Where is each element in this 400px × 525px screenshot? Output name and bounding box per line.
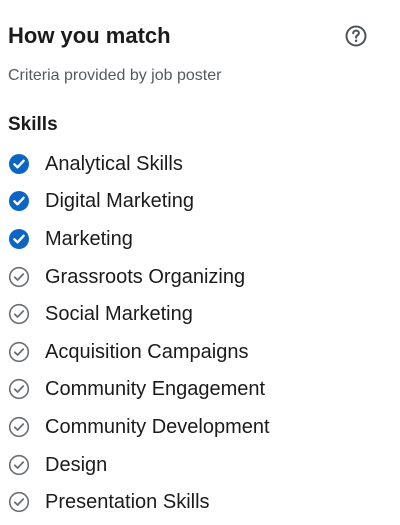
skill-list-item: Community Engagement — [8, 371, 398, 409]
criteria-subtitle: Criteria provided by job poster — [8, 67, 222, 84]
skills-section-title: Skills — [8, 114, 58, 135]
check-circle-outline-icon — [8, 378, 30, 400]
skill-list-item: Grassroots Organizing — [8, 258, 398, 296]
skill-label: Analytical Skills — [45, 152, 183, 175]
check-circle-filled-icon — [8, 153, 30, 175]
check-circle-outline-icon — [8, 266, 30, 288]
skill-list-item: Social Marketing — [8, 295, 398, 333]
skill-label: Grassroots Organizing — [45, 265, 246, 288]
how-you-match-panel: How you match Criteria provided by job p… — [0, 0, 400, 525]
check-circle-outline-icon — [8, 303, 30, 325]
skill-list-item: Design — [8, 446, 398, 484]
skill-label: Social Marketing — [45, 303, 193, 326]
skill-label: Acquisition Campaigns — [45, 340, 249, 363]
skill-label: Marketing — [45, 227, 133, 250]
skill-list-item: Digital Marketing — [8, 183, 398, 221]
panel-title: How you match — [8, 23, 171, 48]
skills-list: Analytical Skills Digital Marketing Mark… — [8, 145, 398, 521]
skill-label: Design — [45, 453, 108, 476]
check-circle-outline-icon — [8, 341, 30, 363]
skill-label: Community Engagement — [45, 378, 266, 401]
check-circle-filled-icon — [8, 190, 30, 212]
check-circle-outline-icon — [8, 454, 30, 476]
skill-label: Community Development — [45, 415, 270, 438]
check-circle-outline-icon — [8, 491, 30, 513]
check-circle-filled-icon — [8, 228, 30, 250]
skill-label: Presentation Skills — [45, 491, 210, 514]
skill-label: Digital Marketing — [45, 190, 194, 213]
skill-list-item: Marketing — [8, 220, 398, 258]
skill-list-item: Presentation Skills — [8, 483, 398, 521]
skill-list-item: Community Development — [8, 408, 398, 446]
question-circle-icon[interactable] — [344, 24, 368, 48]
check-circle-outline-icon — [8, 416, 30, 438]
skill-list-item: Acquisition Campaigns — [8, 333, 398, 371]
skill-list-item: Analytical Skills — [8, 145, 398, 183]
panel-header: How you match — [8, 20, 380, 52]
